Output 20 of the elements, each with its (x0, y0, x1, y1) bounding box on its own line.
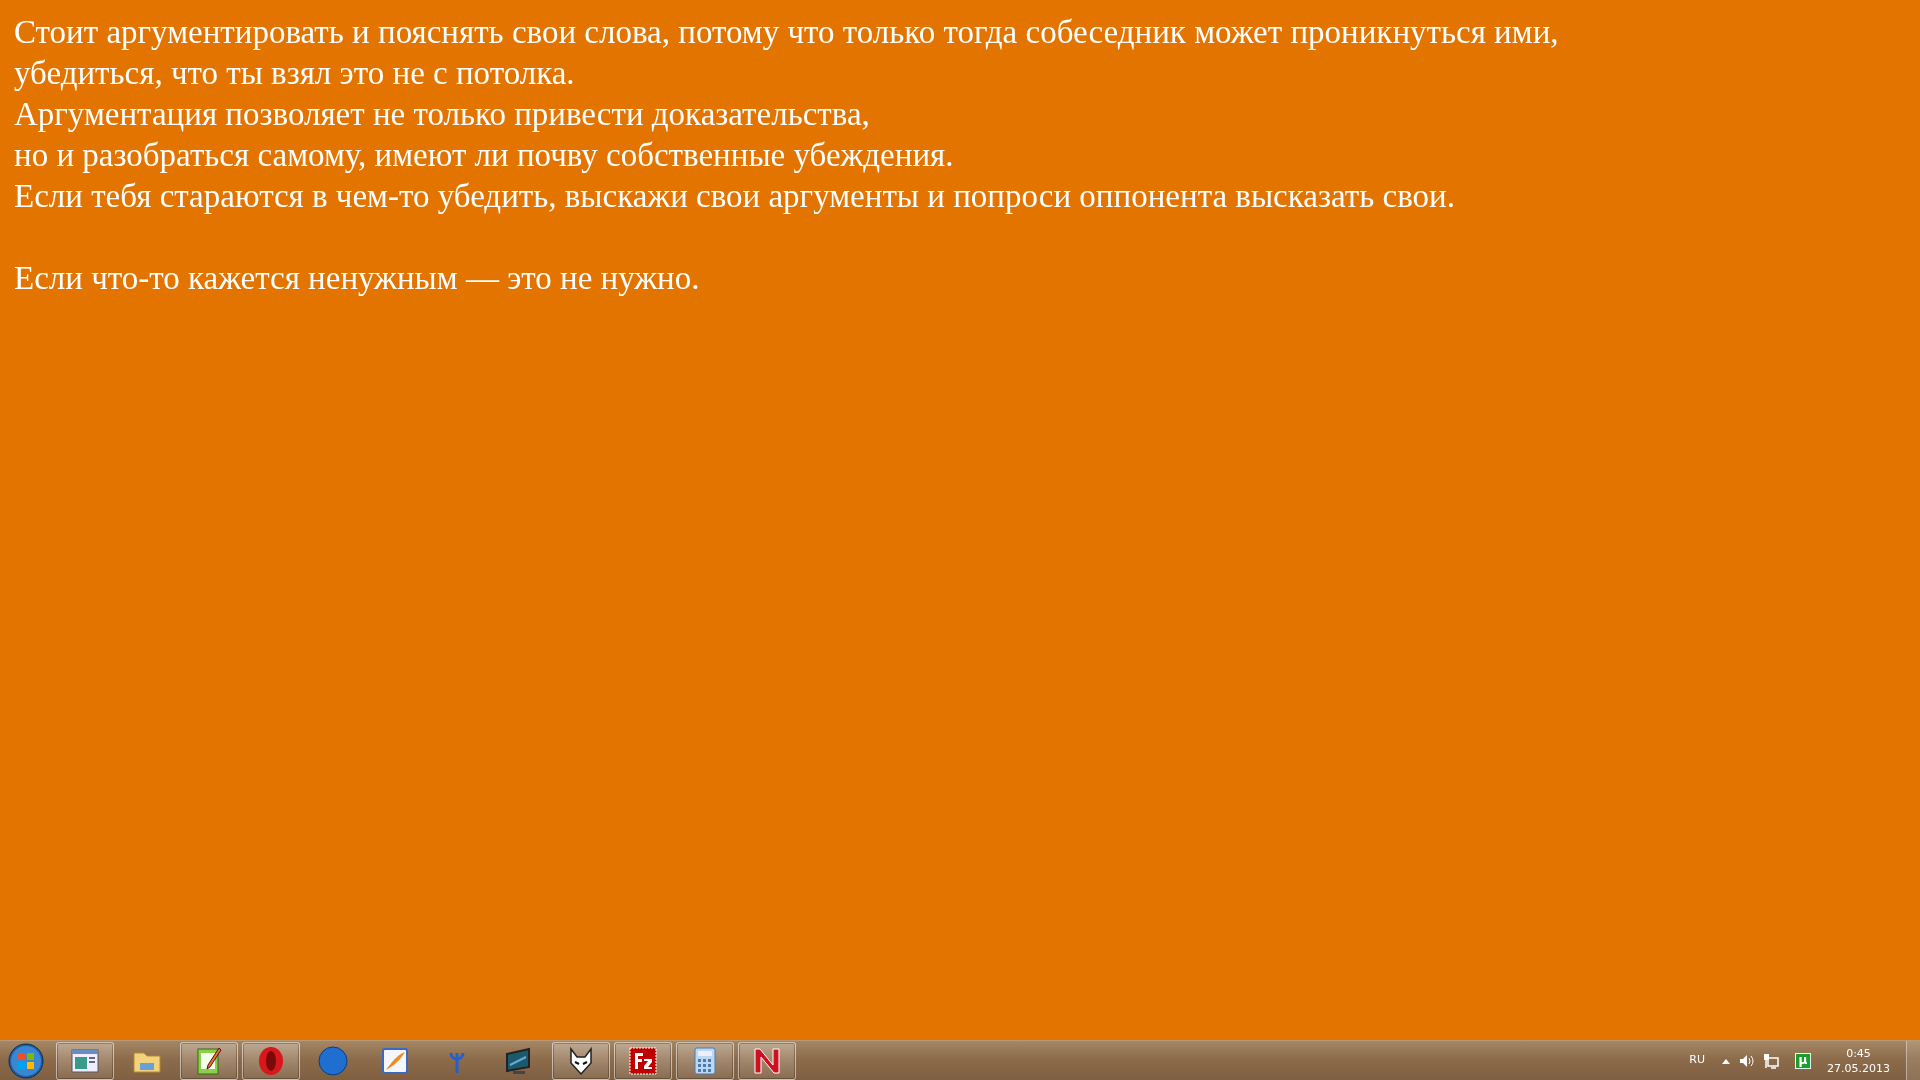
taskbar-button[interactable] (614, 1041, 672, 1080)
taskbar-button[interactable] (56, 1041, 114, 1080)
text-line: Если тебя стараются в чем-то убедить, выскажи свои аргументы и попроси оппонента высказать свои. (14, 177, 1455, 216)
language-indicator[interactable]: RU (1689, 1052, 1705, 1069)
speaker-icon[interactable] (1739, 1053, 1755, 1068)
text-line: убедиться, что ты взял это не с потолка. (14, 54, 575, 93)
taskbar-button[interactable] (242, 1041, 300, 1080)
clock-time: 0:45 (1845, 1045, 1872, 1061)
fz-icon (627, 1044, 659, 1077)
text-line: Стоит аргументировать и пояснять свои слова, потому что только тогда собеседник может проникнуться ими, (14, 13, 1559, 52)
taskbar-button[interactable] (180, 1041, 238, 1080)
clock[interactable]: 0:45 27.05.2013 (1827, 1045, 1890, 1076)
torrent-icon[interactable]: µ (1795, 1052, 1811, 1069)
text-line: но и разобраться самому, имеют ли почву собственные убеждения. (14, 136, 954, 175)
taskbar-button[interactable] (552, 1041, 610, 1080)
text-line: Если что-то кажется ненужным — это не нужно. (14, 259, 700, 298)
taskbar-button[interactable] (676, 1041, 734, 1080)
network-icon[interactable] (1763, 1052, 1779, 1069)
clock-date: 27.05.2013 (1827, 1060, 1890, 1076)
text-line: Аргументация позволяет не только привести доказательства, (14, 95, 870, 134)
